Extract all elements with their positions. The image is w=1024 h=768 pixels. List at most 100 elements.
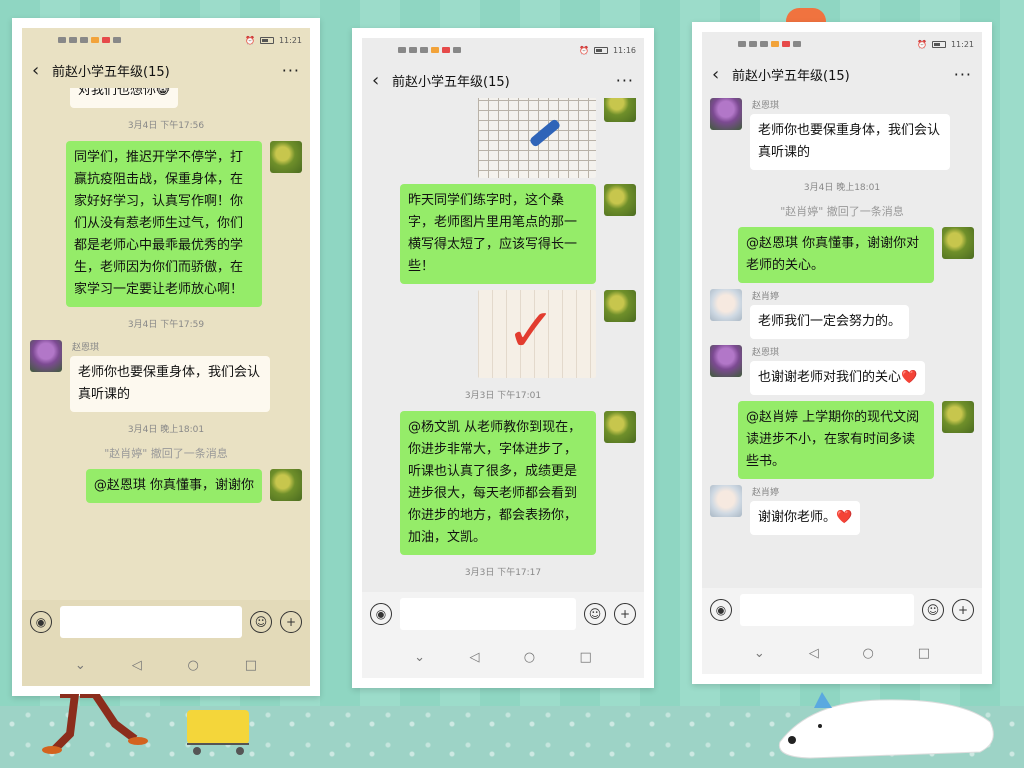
incoming-message: 赵恩琪 老师你也要保重身体，我们会认真听课的 [30, 340, 302, 412]
teacher-avatar[interactable] [942, 401, 974, 433]
status-right: ⏰ 11:21 [917, 40, 974, 49]
incoming-wrap: 赵恩琪也谢谢老师对我们的关心❤️ [750, 345, 926, 395]
message-bubble[interactable]: 对我们也想你😸 [70, 88, 178, 108]
emoji-icon[interactable]: ☺ [250, 611, 272, 633]
nav-back-icon[interactable]: ◁ [469, 650, 479, 665]
message-timestamp: 3月3日 下午17:17 [464, 568, 542, 578]
status-indicator-icon [409, 47, 417, 53]
status-icons [738, 41, 801, 47]
message-timestamp: 3月4日 下午17:56 [127, 121, 205, 131]
teacher-avatar[interactable] [270, 141, 302, 173]
back-arrow-icon[interactable]: ‹ [372, 70, 392, 91]
message-bubble[interactable]: @赵恩琪 你真懂事，谢谢你对老师的关心。 [738, 227, 934, 283]
battery-icon [931, 40, 946, 48]
status-indicator-icon [749, 41, 757, 47]
plus-icon[interactable]: + [280, 611, 302, 633]
alarm-icon: ⏰ [578, 45, 589, 55]
nav-recent-icon[interactable]: □ [918, 646, 930, 661]
message-bubble[interactable]: 老师你也要保重身体，我们会认真听课的 [750, 114, 950, 170]
plus-icon[interactable]: + [614, 603, 636, 625]
status-indicator-icon [793, 41, 801, 47]
photo-thumbnail[interactable] [478, 98, 596, 178]
back-arrow-icon[interactable]: ‹ [32, 60, 52, 81]
message-input-bar: ◉ ☺ + [702, 588, 982, 632]
chat-message-list[interactable]: 昨天同学们练字时，这个桑字，老师图片里用笔点的那一横写得太短了，应该写得长一些！… [362, 98, 644, 592]
sender-name: 赵肖婷 [752, 488, 780, 498]
message-bubble[interactable]: @杨文凯 从老师教你到现在，你进步非常大，字体进步了，听课也认真了很多，成绩更是… [400, 411, 596, 555]
student-avatar[interactable] [30, 340, 62, 372]
chat-message-list[interactable]: 赵恩琪 老师你也要保重身体，我们会认真听课的 3月4日 晚上18:01 "赵肖婷" 撤… [702, 92, 982, 588]
message-bubble[interactable]: 老师我们一定会努力的。 [750, 305, 910, 339]
more-options-icon[interactable]: ··· [616, 71, 634, 90]
teacher-avatar[interactable] [942, 227, 974, 259]
nav-home-icon[interactable]: ○ [188, 658, 199, 673]
outgoing-message: @赵恩琪 你真懂事，谢谢你 [30, 469, 302, 503]
student-avatar[interactable] [710, 289, 742, 321]
teacher-avatar[interactable] [604, 184, 636, 216]
emoji-icon[interactable]: ☺ [922, 599, 944, 621]
message-bubble[interactable]: @赵恩琪 你真懂事，谢谢你 [85, 469, 262, 503]
message-bubble[interactable]: 谢谢你老师。❤️ [750, 501, 861, 535]
status-indicator-icon [398, 47, 406, 53]
nav-down-icon[interactable]: ⌄ [75, 658, 86, 673]
message-input[interactable] [740, 594, 914, 626]
teacher-avatar[interactable] [270, 469, 302, 501]
student-avatar[interactable] [710, 485, 742, 517]
nav-back-icon[interactable]: ◁ [132, 658, 142, 673]
message-input[interactable] [400, 598, 576, 630]
teacher-avatar[interactable] [604, 411, 636, 443]
status-time: 11:21 [950, 39, 974, 49]
nav-home-icon[interactable]: ○ [524, 650, 535, 665]
phone-screenshot-2: ⏰ 11:16 ‹ 前赵小学五年级(15) ··· 昨天同学们练字时，这个桑字，老师图片里… [352, 28, 654, 688]
message-input[interactable] [60, 606, 242, 638]
status-indicator-icon [91, 37, 99, 43]
voice-icon[interactable]: ◉ [370, 603, 392, 625]
sender-name: 赵恩琪 [752, 348, 780, 358]
message-timestamp: 3月3日 下午17:01 [464, 391, 542, 401]
emoji-icon[interactable]: ☺ [584, 603, 606, 625]
nav-recent-icon[interactable]: □ [245, 658, 257, 673]
message-bubble[interactable]: 同学们，推迟开学不停学，打赢抗疫阻击战，保重身体，在家好好学习，认真写作啊！你们… [66, 141, 262, 307]
status-indicator-icon [102, 37, 110, 43]
outgoing-message: 昨天同学们练字时，这个桑字，老师图片里用笔点的那一横写得太短了，应该写得长一些！ [370, 184, 636, 284]
photo-thumbnail[interactable] [478, 290, 596, 378]
outgoing-message: 同学们，推迟开学不停学，打赢抗疫阻击战，保重身体，在家好好学习，认真写作啊！你们… [30, 141, 302, 307]
teacher-avatar[interactable] [604, 290, 636, 322]
status-bar: ⏰ 11:16 [362, 38, 644, 62]
nav-down-icon[interactable]: ⌄ [414, 650, 425, 665]
chat-message-list[interactable]: 对我们也想你😸 3月4日 下午17:56 同学们，推迟开学不停学，打赢抗疫阻击战，保… [22, 88, 310, 600]
alarm-icon: ⏰ [916, 39, 927, 49]
message-input-bar: ◉ ☺ + [22, 600, 310, 644]
nav-home-icon[interactable]: ○ [863, 646, 874, 661]
incoming-wrap: 赵肖婷谢谢你老师。❤️ [750, 485, 861, 535]
more-options-icon[interactable]: ··· [282, 61, 300, 80]
alarm-icon: ⏰ [244, 35, 255, 45]
chat-header: ‹ 前赵小学五年级(15) ··· [362, 62, 644, 98]
message-bubble[interactable]: 也谢谢老师对我们的关心❤️ [750, 361, 926, 395]
status-indicator-icon [760, 41, 768, 47]
plus-icon[interactable]: + [952, 599, 974, 621]
nav-down-icon[interactable]: ⌄ [754, 646, 765, 661]
incoming-message: 赵肖婷 老师我们一定会努力的。 [710, 289, 974, 339]
nav-recent-icon[interactable]: □ [580, 650, 592, 665]
back-arrow-icon[interactable]: ‹ [712, 64, 732, 85]
student-avatar[interactable] [710, 98, 742, 130]
cartoon-cart-illustration [187, 710, 249, 755]
voice-icon[interactable]: ◉ [710, 599, 732, 621]
cartoon-walker-illustration [42, 694, 148, 754]
message-bubble[interactable]: @赵肖婷 上学期你的现代文阅读进步不小，在家有时间多读些书。 [738, 401, 934, 479]
message-timestamp: 3月4日 下午17:59 [127, 320, 205, 330]
incoming-wrap: 赵恩琪 老师你也要保重身体，我们会认真听课的 [70, 340, 270, 412]
incoming-message: 对我们也想你😸 [30, 88, 302, 108]
teacher-avatar[interactable] [604, 98, 636, 122]
student-avatar[interactable] [710, 345, 742, 377]
nav-back-icon[interactable]: ◁ [809, 646, 819, 661]
status-indicator-icon [431, 47, 439, 53]
voice-icon[interactable]: ◉ [30, 611, 52, 633]
incoming-wrap: 赵恩琪 老师你也要保重身体，我们会认真听课的 [750, 98, 950, 170]
status-indicator-icon [113, 37, 121, 43]
message-bubble[interactable]: 昨天同学们练字时，这个桑字，老师图片里用笔点的那一横写得太短了，应该写得长一些！ [400, 184, 596, 284]
more-options-icon[interactable]: ··· [954, 65, 972, 84]
status-indicator-icon [58, 37, 66, 43]
message-bubble[interactable]: 老师你也要保重身体，我们会认真听课的 [70, 356, 270, 412]
